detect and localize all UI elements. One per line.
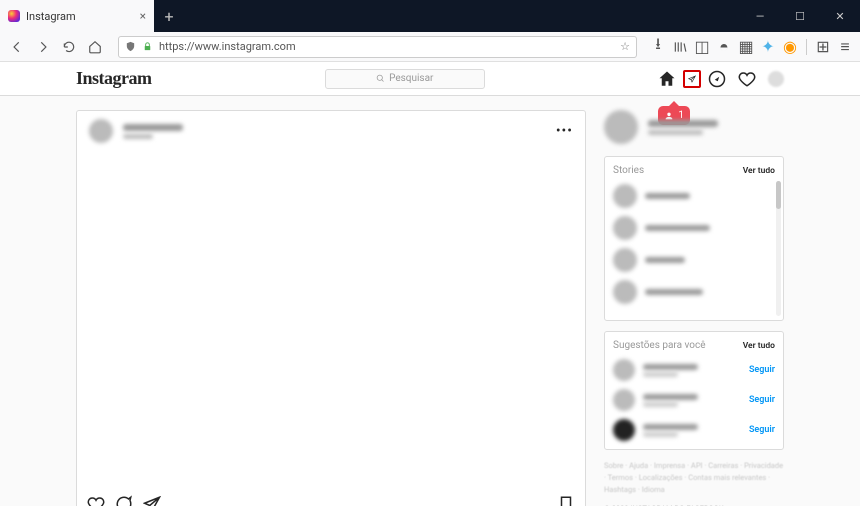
feed-post: ••• xyxy=(76,110,586,506)
post-more-icon[interactable]: ••• xyxy=(556,123,573,139)
nav-home-icon[interactable] xyxy=(658,70,676,88)
downloads-icon[interactable]: ⭳ xyxy=(649,38,667,56)
follow-button[interactable]: Seguir xyxy=(749,365,775,375)
search-placeholder: Pesquisar xyxy=(389,73,433,84)
close-tab-icon[interactable]: × xyxy=(140,9,146,23)
new-tab-button[interactable]: + xyxy=(154,0,184,32)
nav-direct-messages-icon[interactable] xyxy=(683,70,701,88)
save-icon[interactable] xyxy=(557,495,575,506)
post-author-avatar[interactable] xyxy=(89,119,113,143)
instagram-nav xyxy=(658,70,784,88)
post-actions xyxy=(77,489,585,506)
instagram-favicon xyxy=(8,10,20,22)
suggestion-avatar[interactable] xyxy=(613,359,635,381)
instagram-body: ••• Stories xyxy=(76,110,784,506)
extension3-icon[interactable]: ◉ xyxy=(781,38,799,56)
feed-column: ••• xyxy=(76,110,586,506)
story-item[interactable] xyxy=(613,184,775,208)
post-media[interactable] xyxy=(77,151,585,489)
suggestion-item: Seguir xyxy=(613,359,775,381)
toolbar-right-icons: ⭳ ◫ ◓ ▦ ✦ ◉ ⊞ ≡ xyxy=(649,38,854,56)
close-window-button[interactable]: ✕ xyxy=(820,0,860,32)
post-header: ••• xyxy=(77,111,585,151)
share-icon[interactable] xyxy=(143,495,161,506)
extensions-icon[interactable]: ⊞ xyxy=(814,38,832,56)
reload-button[interactable] xyxy=(58,36,80,58)
window-controls: — ☐ ✕ xyxy=(740,0,860,32)
url-text: https://www.instagram.com xyxy=(159,40,614,53)
stories-title: Stories xyxy=(613,165,644,176)
extension2-icon[interactable]: ✦ xyxy=(759,38,777,56)
minimize-button[interactable]: — xyxy=(740,0,780,32)
back-button[interactable] xyxy=(6,36,28,58)
post-author-name[interactable] xyxy=(123,124,183,139)
library-icon[interactable] xyxy=(671,38,689,56)
story-item[interactable] xyxy=(613,216,775,240)
nav-activity-icon[interactable] xyxy=(738,70,756,88)
comment-icon[interactable] xyxy=(115,495,133,506)
home-button[interactable] xyxy=(84,36,106,58)
forward-button[interactable] xyxy=(32,36,54,58)
tab-title: Instagram xyxy=(26,10,76,23)
account-icon[interactable]: ◓ xyxy=(715,38,733,56)
story-item[interactable] xyxy=(613,280,775,304)
current-user-block[interactable] xyxy=(604,110,784,144)
stories-scrollbar[interactable] xyxy=(776,181,781,316)
address-bar[interactable]: https://www.instagram.com ☆ xyxy=(118,36,637,58)
bookmark-star-icon[interactable]: ☆ xyxy=(620,40,630,53)
extension1-icon[interactable]: ▦ xyxy=(737,38,755,56)
search-input[interactable]: Pesquisar xyxy=(325,69,485,89)
suggestions-panel: Sugestões para você Ver tudo Seguir Segu… xyxy=(604,331,784,450)
stories-panel: Stories Ver tudo xyxy=(604,156,784,321)
browser-toolbar: https://www.instagram.com ☆ ⭳ ◫ ◓ ▦ ✦ ◉ … xyxy=(0,32,860,62)
search-icon xyxy=(376,74,385,83)
instagram-header: Instagram Pesquisar xyxy=(0,62,860,96)
current-user-avatar xyxy=(604,110,638,144)
suggestion-item: Seguir xyxy=(613,389,775,411)
follow-button[interactable]: Seguir xyxy=(749,425,775,435)
sidebar-column: Stories Ver tudo Sugestões para você Ver… xyxy=(604,110,784,506)
nav-explore-icon[interactable] xyxy=(708,70,726,88)
nav-profile-avatar[interactable] xyxy=(768,71,784,87)
maximize-button[interactable]: ☐ xyxy=(780,0,820,32)
page-content: Instagram Pesquisar 1 xyxy=(0,62,860,506)
sidebar-icon[interactable]: ◫ xyxy=(693,38,711,56)
shield-icon xyxy=(125,41,136,52)
suggestions-see-all-link[interactable]: Ver tudo xyxy=(743,341,775,351)
follow-button[interactable]: Seguir xyxy=(749,395,775,405)
suggestions-title: Sugestões para você xyxy=(613,340,706,351)
stories-see-all-link[interactable]: Ver tudo xyxy=(743,166,775,176)
footer-links[interactable]: Sobre · Ajuda · Imprensa · API · Carreir… xyxy=(604,460,784,496)
browser-titlebar: Instagram × + — ☐ ✕ xyxy=(0,0,860,32)
suggestion-avatar[interactable] xyxy=(613,389,635,411)
instagram-logo[interactable]: Instagram xyxy=(76,68,152,89)
browser-tab[interactable]: Instagram × xyxy=(0,0,154,32)
lock-icon xyxy=(142,41,153,52)
story-item[interactable] xyxy=(613,248,775,272)
menu-icon[interactable]: ≡ xyxy=(836,38,854,56)
suggestion-item: Seguir xyxy=(613,419,775,441)
like-icon[interactable] xyxy=(87,495,105,506)
suggestion-avatar[interactable] xyxy=(613,419,635,441)
